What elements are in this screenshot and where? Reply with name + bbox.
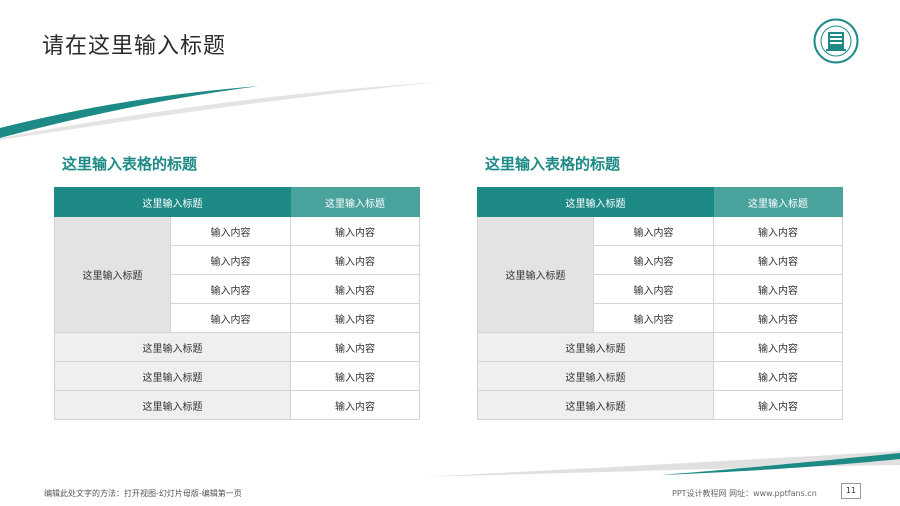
row-label-cell: 这里输入标题 (477, 390, 714, 420)
table-header-cell: 这里输入标题 (290, 187, 420, 217)
page-number: 11 (841, 483, 861, 499)
table-row: 这里输入标题 输入内容 (477, 361, 843, 391)
page-title: 请在这里输入标题 (42, 34, 227, 59)
table-cell: 输入内容 (290, 332, 420, 362)
footer-edit-hint: 编辑此处文字的方法：打开视图-幻灯片母版-编辑第一页 (44, 489, 242, 498)
table-row: 这里输入标题 输入内容 (54, 361, 420, 391)
row-label-cell: 这里输入标题 (54, 361, 291, 391)
table-cell: 输入内容 (713, 274, 843, 304)
table-header-cell: 这里输入标题 (477, 187, 714, 217)
table-row: 这里输入标题 输入内容 (477, 390, 843, 420)
table-cell: 输入内容 (290, 390, 420, 420)
table-cell: 输入内容 (170, 303, 291, 333)
row-label-cell: 这里输入标题 (477, 332, 714, 362)
table-header-row: 这里输入标题 这里输入标题 (477, 187, 843, 217)
bottom-decor-swoosh (420, 451, 900, 477)
table-header-cell: 这里输入标题 (713, 187, 843, 217)
table-cell: 输入内容 (713, 216, 843, 246)
table-row: 这里输入标题 输入内容 (477, 332, 843, 362)
group-label-cell: 这里输入标题 (477, 216, 594, 333)
group-label-cell: 这里输入标题 (54, 216, 171, 333)
table-cell: 输入内容 (713, 361, 843, 391)
table-cell: 输入内容 (170, 274, 291, 304)
footer-site-link[interactable]: PPT设计教程网 网址：www.pptfans.cn (672, 488, 817, 499)
university-logo-icon (813, 18, 859, 64)
table-cell: 输入内容 (290, 245, 420, 275)
table-cell: 输入内容 (713, 390, 843, 420)
table-cell: 输入内容 (290, 216, 420, 246)
table-cell: 输入内容 (170, 216, 291, 246)
row-label-cell: 这里输入标题 (54, 332, 291, 362)
table-cell: 输入内容 (290, 274, 420, 304)
top-decor-swoosh (0, 82, 440, 140)
table-cell: 输入内容 (713, 332, 843, 362)
table-cell: 输入内容 (713, 303, 843, 333)
table-row: 这里输入标题 输入内容 输入内容 (54, 216, 420, 333)
table-cell: 输入内容 (593, 274, 714, 304)
table-header-cell: 这里输入标题 (54, 187, 291, 217)
table-row: 这里输入标题 输入内容 (54, 390, 420, 420)
row-label-cell: 这里输入标题 (477, 361, 714, 391)
row-label-cell: 这里输入标题 (54, 390, 291, 420)
table-header-row: 这里输入标题 这里输入标题 (54, 187, 420, 217)
data-table-1: 这里输入标题 这里输入标题 这里输入标题 输入内容 输入内容 输入内容 输入内容… (54, 187, 420, 420)
data-table-2: 这里输入标题 这里输入标题 这里输入标题 输入内容 输入内容 输入内容 输入内容… (477, 187, 843, 420)
table-1-title: 这里输入表格的标题 (62, 155, 198, 173)
table-cell: 输入内容 (593, 245, 714, 275)
table-cell: 输入内容 (170, 245, 291, 275)
table-cell: 输入内容 (713, 245, 843, 275)
table-row: 这里输入标题 输入内容 输入内容 (477, 216, 843, 333)
table-cell: 输入内容 (593, 303, 714, 333)
table-cell: 输入内容 (290, 361, 420, 391)
table-row: 这里输入标题 输入内容 (54, 332, 420, 362)
table-cell: 输入内容 (290, 303, 420, 333)
table-cell: 输入内容 (593, 216, 714, 246)
table-2-title: 这里输入表格的标题 (485, 155, 621, 173)
